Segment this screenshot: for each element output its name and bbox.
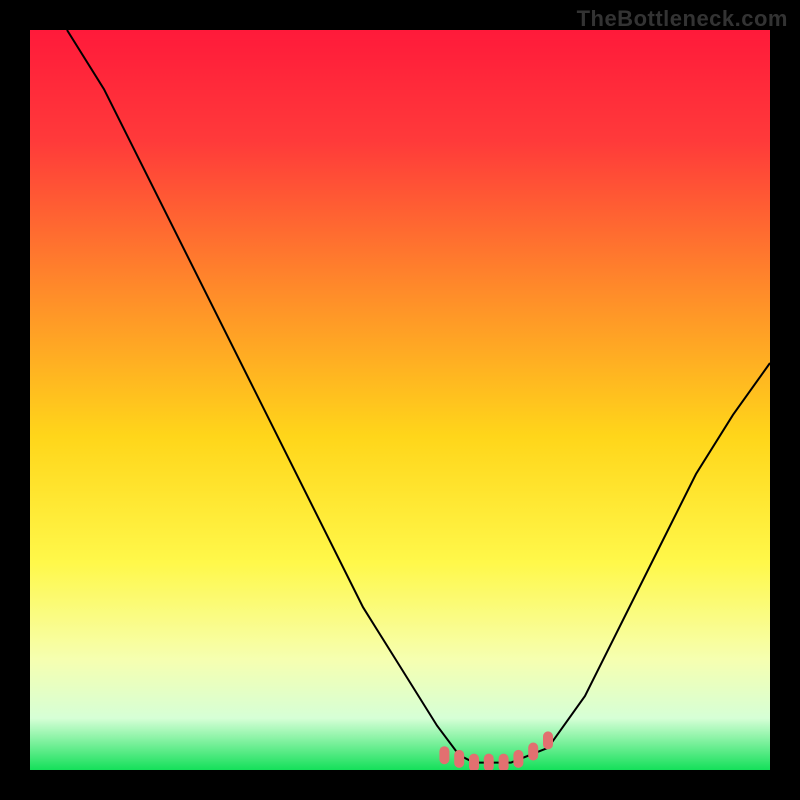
plot-svg: [30, 30, 770, 770]
highlight-marker: [484, 754, 494, 770]
highlight-marker: [499, 754, 509, 770]
highlight-marker: [454, 750, 464, 768]
gradient-background: [30, 30, 770, 770]
bottleneck-plot: [30, 30, 770, 770]
highlight-marker: [543, 731, 553, 749]
highlight-marker: [439, 746, 449, 764]
highlight-marker: [528, 743, 538, 761]
highlight-marker: [469, 754, 479, 770]
watermark-text: TheBottleneck.com: [577, 6, 788, 32]
chart-frame: TheBottleneck.com: [0, 0, 800, 800]
highlight-marker: [513, 750, 523, 768]
